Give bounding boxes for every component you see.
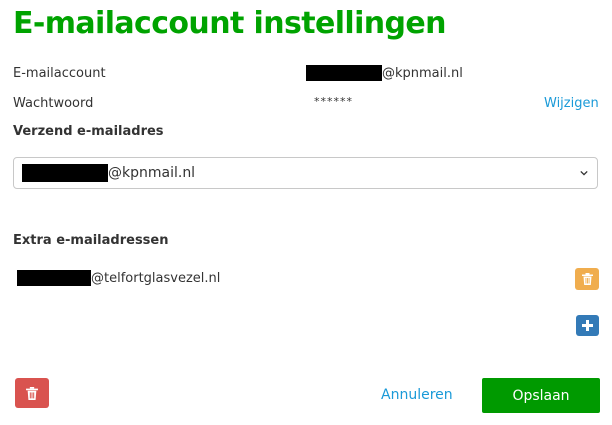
redacted-block	[17, 270, 91, 286]
trash-icon	[581, 273, 593, 285]
redacted-block	[22, 164, 108, 182]
sender-selected-domain: @kpnmail.nl	[108, 165, 196, 181]
email-account-domain: @kpnmail.nl	[382, 65, 463, 81]
save-button[interactable]: Opslaan	[482, 378, 600, 413]
trash-icon	[26, 386, 38, 400]
extra-address-item: @telfortglasvezel.nl	[17, 270, 220, 286]
delete-account-button[interactable]	[15, 378, 49, 408]
email-account-value: @kpnmail.nl	[306, 65, 463, 81]
password-label: Wachtwoord	[13, 96, 94, 111]
delete-extra-address-button[interactable]	[575, 268, 599, 290]
sender-heading: Verzend e-mailadres	[13, 124, 164, 139]
extra-address-domain: @telfortglasvezel.nl	[91, 270, 221, 286]
extra-addresses-heading: Extra e-mailadressen	[13, 233, 169, 248]
password-value: ******	[314, 95, 353, 108]
sender-address-select[interactable]: @kpnmail.nl	[13, 157, 598, 189]
change-password-link[interactable]: Wijzigen	[544, 96, 599, 111]
sender-selected-value: @kpnmail.nl	[22, 164, 195, 182]
plus-icon	[582, 320, 593, 331]
redacted-block	[306, 65, 382, 81]
chevron-down-icon	[580, 170, 588, 176]
email-account-label: E-mailaccount	[13, 66, 106, 81]
cancel-button[interactable]: Annuleren	[381, 387, 453, 403]
page-title: E-mailaccount instellingen	[13, 6, 447, 41]
add-extra-address-button[interactable]	[576, 315, 599, 336]
